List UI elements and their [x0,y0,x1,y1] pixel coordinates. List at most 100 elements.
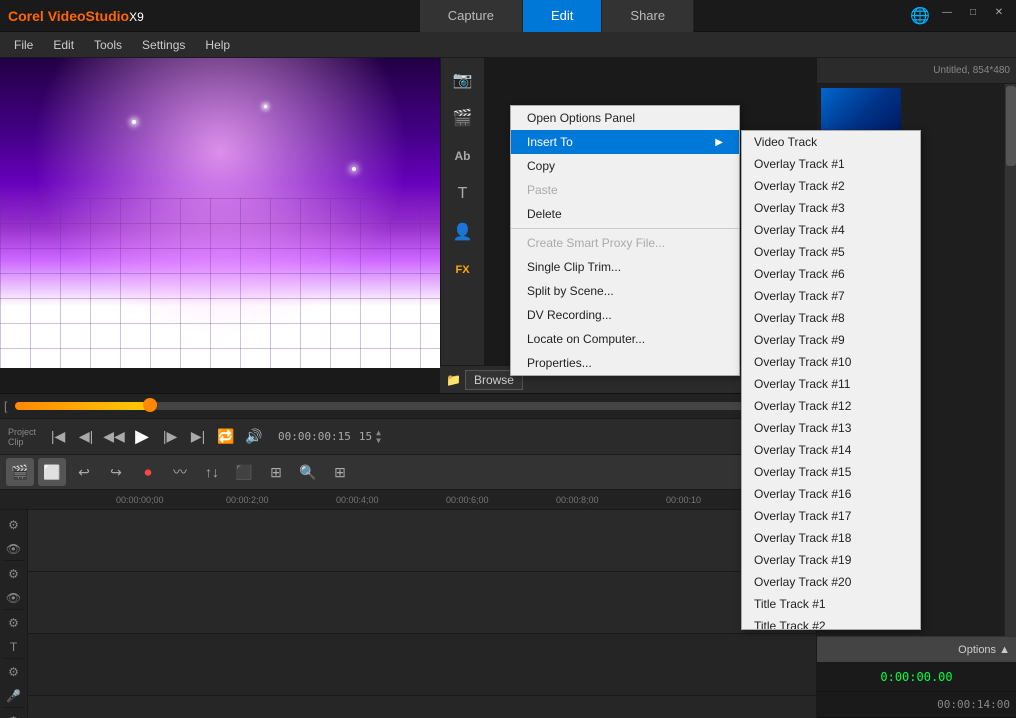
right-scrollbar[interactable] [1004,84,1016,636]
menu-file[interactable]: File [4,36,43,54]
ctx-split-scene[interactable]: Split by Scene... [511,279,739,303]
tab-share[interactable]: Share [602,0,694,32]
ctx-single-clip-trim[interactable]: Single Clip Trim... [511,255,739,279]
browse-icon: 📁 [446,373,461,387]
ctx-copy[interactable]: Copy [511,154,739,178]
text-btn[interactable]: Ab [445,138,481,174]
title-eye-icon[interactable]: T [3,636,25,658]
tab-capture[interactable]: Capture [420,0,523,32]
sub-overlay-track-20[interactable]: Overlay Track #20 [742,571,920,593]
ctx-dv-recording[interactable]: DV Recording... [511,303,739,327]
sub-overlay-track-11[interactable]: Overlay Track #11 [742,373,920,395]
title-btn[interactable]: T [445,176,481,212]
record-btn[interactable]: ⏺ [134,458,162,486]
sub-overlay-track-7[interactable]: Overlay Track #7 [742,285,920,307]
options-button[interactable]: Options ▲ [817,636,1016,662]
zoom-out-btn[interactable]: ⊞ [326,458,354,486]
sub-overlay-track-18[interactable]: Overlay Track #18 [742,527,920,549]
track-eye-icon[interactable]: 👁 [3,538,25,560]
sub-overlay-track-9[interactable]: Overlay Track #9 [742,329,920,351]
sub-title-track-1[interactable]: Title Track #1 [742,593,920,615]
ctx-delete[interactable]: Delete [511,202,739,226]
close-button[interactable]: ✕ [990,6,1008,20]
ctx-smart-proxy: Create Smart Proxy File... [511,231,739,255]
bracket-start[interactable]: [ [4,399,7,413]
zoom-in-btn[interactable]: 🔍 [294,458,322,486]
ctx-open-options-label: Open Options Panel [527,111,635,125]
sub-title-track-2[interactable]: Title Track #2 [742,615,920,630]
menu-edit[interactable]: Edit [43,36,84,54]
ctx-separator-1 [511,228,739,229]
transition-btn[interactable]: 🎬 [445,100,481,136]
sub-overlay-track-5[interactable]: Overlay Track #5 [742,241,920,263]
sub-video-track[interactable]: Video Track [742,131,920,153]
scrollbar-thumb[interactable] [1006,86,1016,166]
ctx-insert-to[interactable]: Insert To ▶ Video Track Overlay Track #1… [511,130,739,154]
sub-overlay-track-17[interactable]: Overlay Track #17 [742,505,920,527]
goto-end-btn[interactable]: ▶| [186,425,210,449]
sub-overlay-track-2[interactable]: Overlay Track #2 [742,175,920,197]
overlay-eye-icon[interactable]: 👁 [3,587,25,609]
music-settings-icon[interactable]: ⚙ [3,710,25,718]
split-btn[interactable]: ⬛ [230,458,258,486]
sub-overlay-track-16[interactable]: Overlay Track #16 [742,483,920,505]
menu-tools[interactable]: Tools [84,36,132,54]
sub-overlay-track-6[interactable]: Overlay Track #6 [742,263,920,285]
scrubber-thumb[interactable] [143,398,157,412]
menu-settings[interactable]: Settings [132,36,195,54]
track-settings-icon[interactable]: ⚙ [3,514,25,536]
scrubber-track[interactable] [15,402,764,410]
ctx-open-options[interactable]: Open Options Panel [511,106,739,130]
sub-overlay-track-13[interactable]: Overlay Track #13 [742,417,920,439]
ctx-insert-to-label: Insert To [527,135,573,149]
sub-overlay-track-1[interactable]: Overlay Track #1 [742,153,920,175]
sub-overlay-track-8[interactable]: Overlay Track #8 [742,307,920,329]
ctx-properties[interactable]: Properties... [511,351,739,375]
scrubber-area: [ ] ✂ ⬡ [0,393,816,418]
ctx-properties-label: Properties... [527,356,592,370]
mix-btn[interactable]: 〰 [166,458,194,486]
brand-version: X9 [129,10,144,24]
overlay-settings-icon[interactable]: ⚙ [3,563,25,585]
sub-overlay-track-3[interactable]: Overlay Track #3 [742,197,920,219]
brand-videostudio: VideoStudio [48,8,129,24]
sub-overlay-track-15[interactable]: Overlay Track #15 [742,461,920,483]
voice-icon[interactable]: 🎤 [3,685,25,707]
menu-help[interactable]: Help [195,36,240,54]
smart-proxy-btn[interactable]: ↑↓ [198,458,226,486]
sub-overlay-track-10[interactable]: Overlay Track #10 [742,351,920,373]
goto-start-btn[interactable]: |◀ [46,425,70,449]
crop-btn[interactable]: ⊞ [262,458,290,486]
globe-icon[interactable]: 🌐 [910,6,930,26]
media-library-btn[interactable]: 📷 [445,62,481,98]
undo-btn[interactable]: ↩ [70,458,98,486]
sub-overlay-track-4[interactable]: Overlay Track #4 [742,219,920,241]
scrubber-fill [15,402,150,410]
ctx-locate-computer-label: Locate on Computer... [527,332,645,346]
video-track-row [28,510,816,572]
overlay-track-btn[interactable]: ⬜ [38,458,66,486]
redo-btn[interactable]: ↪ [102,458,130,486]
reverse-btn[interactable]: ◀◀ [102,425,126,449]
graphics-btn[interactable]: 👤 [445,214,481,250]
tab-edit[interactable]: Edit [523,0,602,32]
step-forward-btn[interactable]: |▶ [158,425,182,449]
ctx-locate-computer[interactable]: Locate on Computer... [511,327,739,351]
repeat-btn[interactable]: 🔁 [214,425,238,449]
minimize-button[interactable]: — [938,6,956,20]
sub-overlay-track-19[interactable]: Overlay Track #19 [742,549,920,571]
clip-label: Clip [8,437,36,447]
volume-btn[interactable]: 🔊 [242,425,266,449]
fx-btn[interactable]: FX [445,252,481,288]
title-settings-icon[interactable]: ⚙ [3,612,25,634]
maximize-button[interactable]: □ [964,6,982,20]
voice-settings-icon[interactable]: ⚙ [3,661,25,683]
play-btn[interactable]: ▶ [130,425,154,449]
sub-overlay-track-12[interactable]: Overlay Track #12 [742,395,920,417]
sub-overlay-track-14[interactable]: Overlay Track #14 [742,439,920,461]
video-track-btn[interactable]: 🎬 [6,458,34,486]
step-back-btn[interactable]: ◀| [74,425,98,449]
browse-label: Browse [474,373,514,387]
ctx-copy-label: Copy [527,159,555,173]
decrement-btn[interactable]: ▼ [376,437,381,445]
